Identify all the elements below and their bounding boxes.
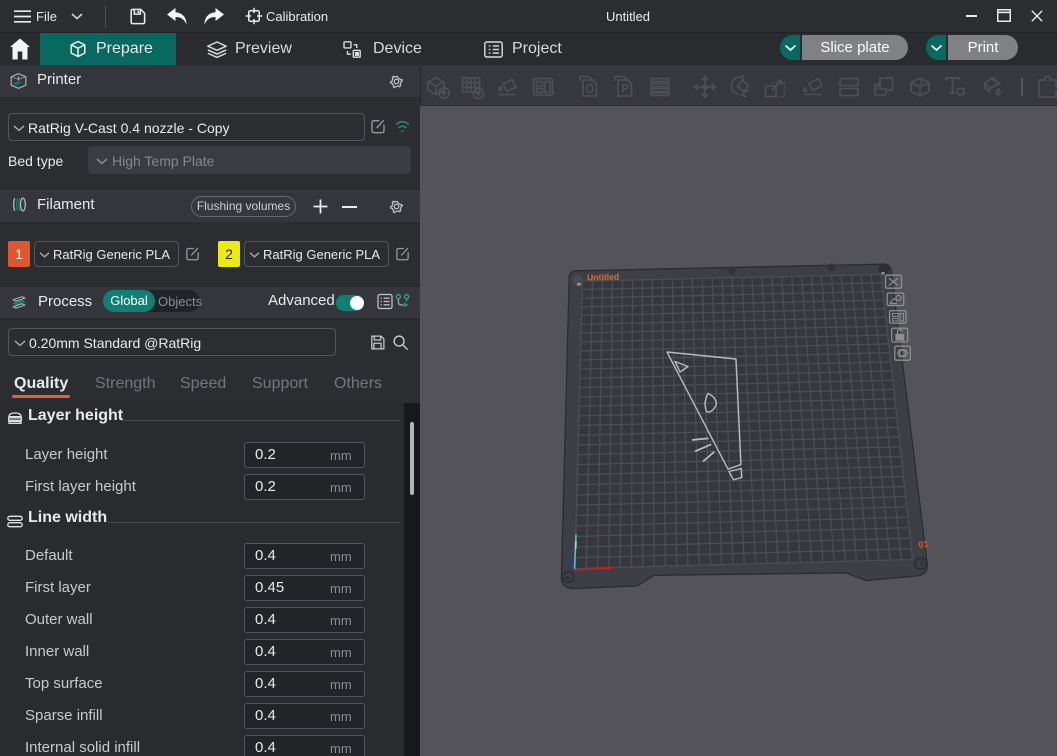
svg-text:Untitled: Untitled xyxy=(587,272,620,283)
svg-text:01: 01 xyxy=(918,539,929,550)
